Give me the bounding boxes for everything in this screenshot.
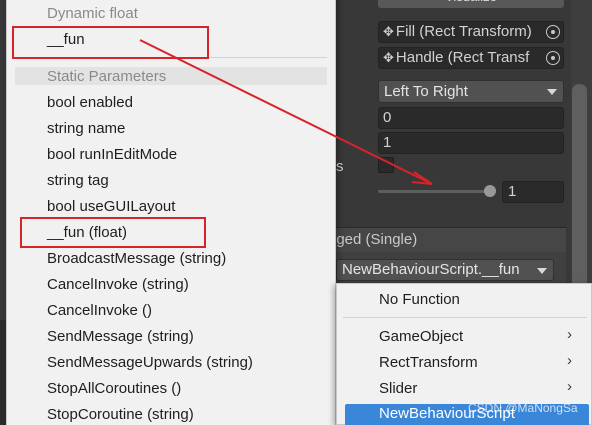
whole-numbers-label: s [336, 158, 344, 175]
chevron-right-icon: › [567, 326, 572, 343]
menu-item-cancel-invoke-string[interactable]: CancelInvoke (string) [47, 276, 189, 293]
caret-down-icon [537, 268, 547, 274]
menu-item-send-message-upwards[interactable]: SendMessageUpwards (string) [47, 354, 253, 371]
menu-separator [343, 317, 587, 318]
menu-item-use-gui-layout[interactable]: bool useGUILayout [47, 198, 175, 215]
direction-value: Left To Right [384, 83, 468, 100]
rect-transform-icon: ✥ [383, 50, 394, 65]
object-picker-icon[interactable] [546, 51, 560, 65]
screenshot-stage: Visualize ✥Fill (Rect Transform) ✥Handle… [0, 0, 592, 425]
caret-down-icon [547, 89, 557, 95]
slider-value-field[interactable]: 1 [502, 181, 564, 203]
handle-rect-label: Handle (Rect Transf [395, 49, 530, 66]
function-value: NewBehaviourScript.__fun [342, 261, 520, 278]
function-popup-menu: Dynamic float __fun Static Parameters bo… [6, 0, 336, 425]
dynamic-float-header: Dynamic float [47, 5, 138, 22]
menu-item-broadcast-message[interactable]: BroadcastMessage (string) [47, 250, 226, 267]
annotation-box-static [20, 217, 206, 248]
menu-item-string-tag[interactable]: string tag [47, 172, 109, 189]
on-value-changed-header: nged (Single) [320, 227, 566, 252]
menu-item-stop-coroutine[interactable]: StopCoroutine (string) [47, 406, 194, 423]
menu-item-stop-all-coroutines[interactable]: StopAllCoroutines () [47, 380, 181, 397]
menu-item-recttransform[interactable]: RectTransform [379, 354, 478, 371]
whole-numbers-checkbox[interactable] [378, 157, 394, 173]
fill-rect-label: Fill (Rect Transform) [395, 23, 532, 40]
rect-transform-icon: ✥ [383, 24, 394, 39]
menu-item-run-in-edit-mode[interactable]: bool runInEditMode [47, 146, 177, 163]
menu-item-send-message[interactable]: SendMessage (string) [47, 328, 194, 345]
visualize-button[interactable]: Visualize [378, 0, 564, 8]
menu-item-gameobject[interactable]: GameObject [379, 328, 463, 345]
value-slider-track[interactable] [378, 190, 490, 193]
annotation-box-dynamic [12, 26, 209, 59]
function-dropdown[interactable]: NewBehaviourScript.__fun [336, 259, 554, 281]
menu-item-string-name[interactable]: string name [47, 120, 125, 137]
fill-rect-field[interactable]: ✥ Fill (Rect Transform) [378, 21, 564, 43]
menu-item-cancel-invoke[interactable]: CancelInvoke () [47, 302, 152, 319]
chevron-right-icon: › [567, 378, 572, 395]
max-value-field[interactable]: 1 [378, 132, 564, 154]
chevron-right-icon: › [567, 352, 572, 369]
menu-item-no-function[interactable]: No Function [379, 291, 460, 308]
menu-item-slider[interactable]: Slider [379, 380, 417, 397]
min-value-field[interactable]: 0 [378, 107, 564, 129]
handle-rect-field[interactable]: ✥ Handle (Rect Transf [378, 47, 564, 69]
direction-dropdown[interactable]: Left To Right [378, 80, 564, 103]
value-slider-handle[interactable] [484, 185, 496, 197]
static-parameters-header: Static Parameters [47, 68, 167, 85]
menu-item-bool-enabled[interactable]: bool enabled [47, 94, 133, 111]
csdn-watermark: CSDN @MaNongSa [468, 401, 578, 415]
object-picker-icon[interactable] [546, 25, 560, 39]
